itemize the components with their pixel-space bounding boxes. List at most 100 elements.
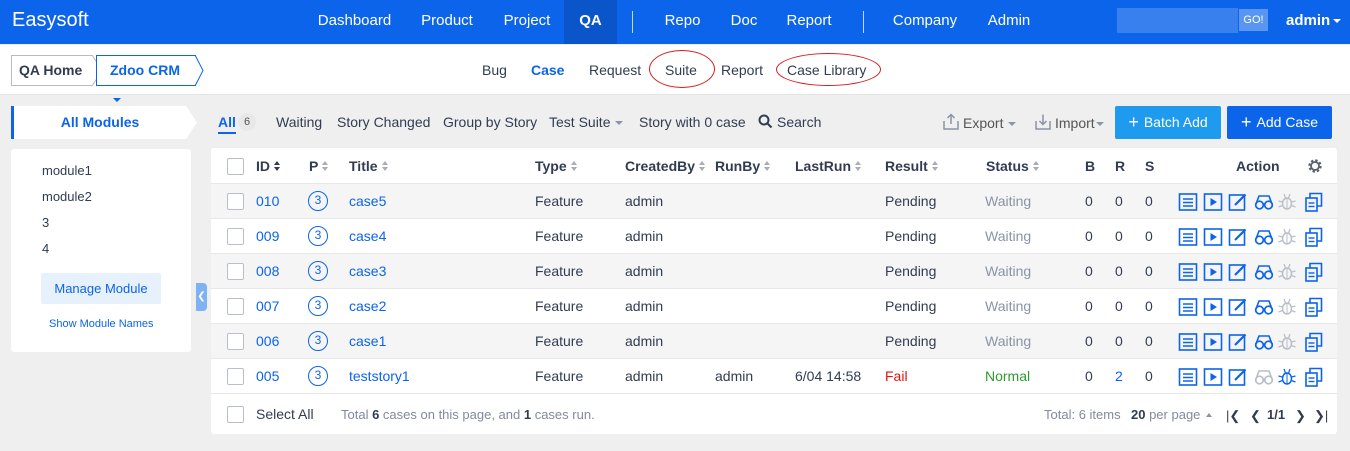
bug-icon[interactable]	[1277, 297, 1297, 317]
edit-icon[interactable]	[1228, 367, 1248, 387]
filter-group-by-story[interactable]: Group by Story	[443, 114, 537, 130]
breadcrumb-qa-home[interactable]: QA Home	[11, 55, 93, 86]
breadcrumb-product-select[interactable]: Zdoo CRM	[96, 55, 196, 103]
case-id-link[interactable]: 005	[256, 368, 279, 384]
run-icon[interactable]	[1203, 192, 1223, 212]
prev-page-icon[interactable]: ❮	[1250, 408, 1261, 424]
all-modules-header[interactable]: All Modules	[11, 106, 197, 139]
module-item[interactable]: module2	[42, 189, 92, 204]
module-item[interactable]: 4	[42, 241, 49, 256]
show-module-names-link[interactable]: Show Module Names	[49, 318, 154, 330]
copy-icon[interactable]	[1304, 227, 1324, 247]
run-icon[interactable]	[1203, 332, 1223, 352]
first-page-icon[interactable]: |❮	[1226, 408, 1240, 424]
review-icon[interactable]	[1254, 227, 1274, 247]
case-results-count[interactable]: 2	[1115, 368, 1123, 384]
row-checkbox[interactable]	[227, 263, 244, 280]
case-list-icon[interactable]	[1178, 192, 1198, 212]
row-checkbox[interactable]	[227, 368, 244, 385]
header-title[interactable]: Title	[349, 158, 389, 174]
nav-report[interactable]: Report	[778, 0, 840, 44]
user-menu[interactable]: admin	[1286, 0, 1342, 42]
copy-icon[interactable]	[1304, 297, 1324, 317]
per-page-select[interactable]: 20 per page	[1131, 407, 1213, 422]
next-page-icon[interactable]: ❯	[1295, 408, 1306, 424]
filter-all[interactable]: All	[218, 114, 236, 130]
filter-waiting[interactable]: Waiting	[276, 114, 322, 130]
edit-icon[interactable]	[1228, 262, 1248, 282]
copy-icon[interactable]	[1304, 367, 1324, 387]
edit-icon[interactable]	[1228, 192, 1248, 212]
review-icon[interactable]	[1254, 332, 1274, 352]
brand-logo[interactable]: Easysoft	[12, 9, 89, 32]
subnav-request[interactable]: Request	[589, 62, 641, 78]
copy-icon[interactable]	[1304, 192, 1324, 212]
table-row[interactable]: 008 3 case3 Feature admin Pending Waitin…	[211, 253, 1337, 288]
bug-icon[interactable]	[1277, 192, 1297, 212]
select-all-header-checkbox[interactable]	[227, 158, 244, 175]
table-row[interactable]: 006 3 case1 Feature admin Pending Waitin…	[211, 323, 1337, 358]
case-list-icon[interactable]	[1178, 367, 1198, 387]
case-id-link[interactable]: 009	[256, 228, 279, 244]
case-title-link[interactable]: case5	[349, 193, 386, 209]
export-button[interactable]: Export	[942, 113, 1017, 131]
row-checkbox[interactable]	[227, 298, 244, 315]
bug-icon[interactable]	[1277, 332, 1297, 352]
case-title-link[interactable]: teststory1	[349, 368, 410, 384]
bug-icon[interactable]	[1277, 367, 1297, 387]
run-icon[interactable]	[1203, 262, 1223, 282]
add-case-button[interactable]: + Add Case	[1227, 106, 1332, 139]
manage-module-button[interactable]: Manage Module	[41, 273, 161, 304]
review-icon[interactable]	[1254, 192, 1274, 212]
case-id-link[interactable]: 006	[256, 333, 279, 349]
subnav-bug[interactable]: Bug	[482, 62, 507, 78]
run-icon[interactable]	[1203, 227, 1223, 247]
run-icon[interactable]	[1203, 297, 1223, 317]
row-checkbox[interactable]	[227, 228, 244, 245]
case-title-link[interactable]: case1	[349, 333, 386, 349]
header-type[interactable]: Type	[535, 158, 578, 174]
row-checkbox[interactable]	[227, 193, 244, 210]
header-priority[interactable]: P	[309, 158, 329, 174]
search-toggle[interactable]: Search	[758, 114, 821, 130]
review-icon[interactable]	[1254, 297, 1274, 317]
case-title-link[interactable]: case2	[349, 298, 386, 314]
case-id-link[interactable]: 008	[256, 263, 279, 279]
module-item[interactable]: 3	[42, 215, 49, 230]
review-icon[interactable]	[1254, 367, 1274, 387]
nav-dashboard[interactable]: Dashboard	[309, 0, 400, 44]
header-last-run[interactable]: LastRun	[795, 158, 862, 174]
header-result[interactable]: Result	[885, 158, 939, 174]
subnav-report[interactable]: Report	[721, 62, 763, 78]
go-button[interactable]: GO!	[1239, 9, 1268, 31]
table-row[interactable]: 005 3 teststory1 Feature admin admin 6/0…	[211, 358, 1337, 393]
nav-admin[interactable]: Admin	[980, 0, 1038, 44]
nav-qa[interactable]: QA	[564, 0, 617, 44]
nav-repo[interactable]: Repo	[655, 0, 710, 44]
module-item[interactable]: module1	[42, 163, 92, 178]
nav-product[interactable]: Product	[410, 0, 484, 44]
edit-icon[interactable]	[1228, 332, 1248, 352]
header-id[interactable]: ID	[256, 158, 281, 174]
batch-add-button[interactable]: + Batch Add	[1115, 106, 1221, 139]
case-list-icon[interactable]	[1178, 297, 1198, 317]
nav-company[interactable]: Company	[884, 0, 966, 44]
settings-icon[interactable]	[1307, 158, 1323, 174]
copy-icon[interactable]	[1304, 262, 1324, 282]
bug-icon[interactable]	[1277, 262, 1297, 282]
nav-doc[interactable]: Doc	[722, 0, 766, 44]
table-row[interactable]: 007 3 case2 Feature admin Pending Waitin…	[211, 288, 1337, 323]
header-run-by[interactable]: RunBy	[715, 158, 771, 174]
filter-story-with-0-case[interactable]: Story with 0 case	[639, 114, 746, 130]
case-list-icon[interactable]	[1178, 227, 1198, 247]
case-list-icon[interactable]	[1178, 332, 1198, 352]
copy-icon[interactable]	[1304, 332, 1324, 352]
case-title-link[interactable]: case3	[349, 263, 386, 279]
sidebar-collapse-toggle[interactable]: ❮	[196, 283, 207, 311]
last-page-icon[interactable]: ❯|	[1314, 408, 1328, 424]
global-search-input[interactable]	[1117, 8, 1238, 33]
import-button[interactable]: Import	[1034, 113, 1104, 131]
filter-test-suite[interactable]: Test Suite	[549, 114, 624, 130]
nav-project[interactable]: Project	[493, 0, 561, 44]
edit-icon[interactable]	[1228, 227, 1248, 247]
